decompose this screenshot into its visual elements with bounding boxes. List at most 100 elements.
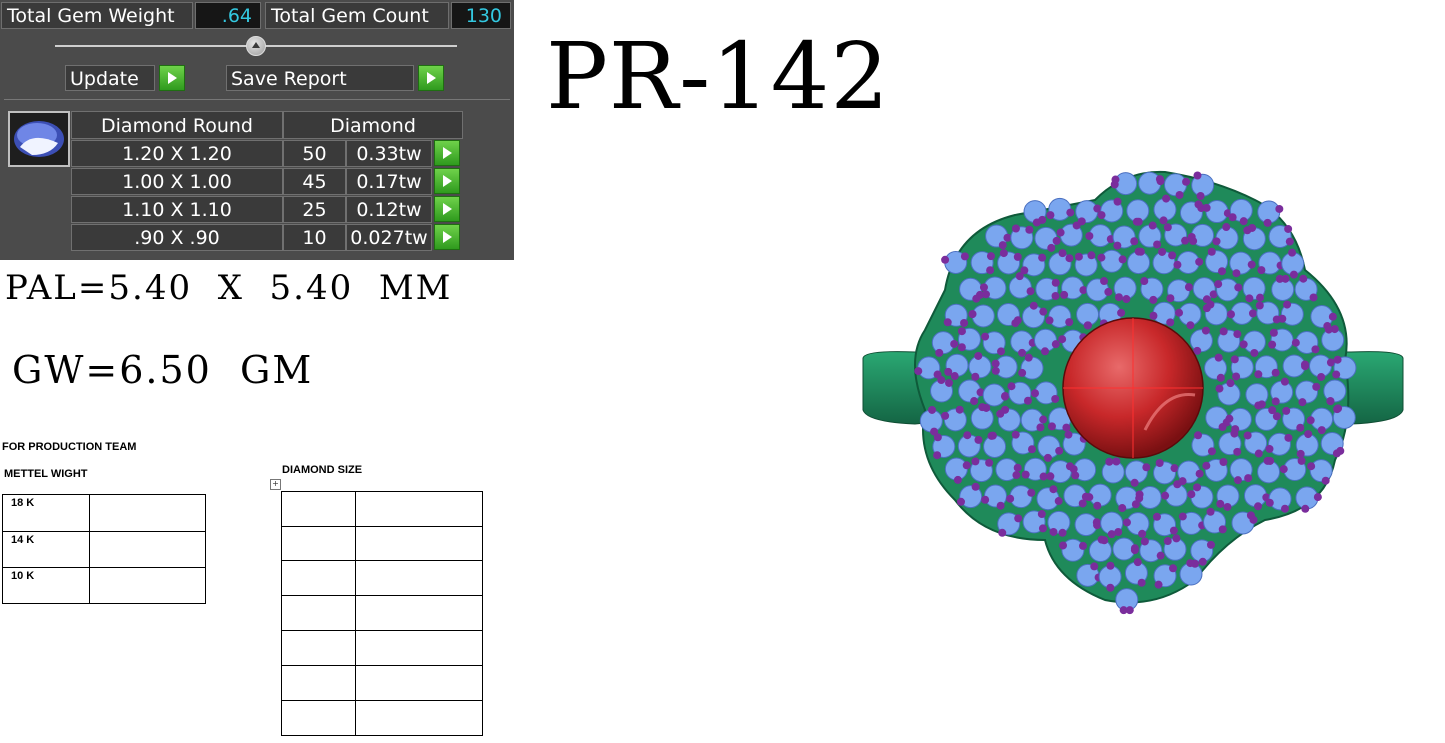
prong — [1079, 541, 1088, 550]
prong — [935, 348, 944, 357]
prong — [1032, 218, 1041, 227]
prong — [1090, 562, 1099, 571]
prong — [971, 372, 980, 381]
row-select-play-icon[interactable] — [434, 168, 460, 194]
prong — [996, 409, 1005, 418]
prong — [941, 411, 950, 420]
diamond-size-cell[interactable] — [355, 700, 483, 736]
panel-slider-knob[interactable] — [246, 36, 266, 56]
row-count: 50 — [283, 140, 346, 167]
prong — [1300, 360, 1309, 369]
total-gem-count-label: Total Gem Count — [265, 2, 449, 29]
prong — [1288, 248, 1297, 257]
prong — [1036, 423, 1045, 432]
diamond-size-cell[interactable] — [355, 665, 483, 701]
row-weight: 0.027tw — [346, 224, 432, 251]
prong — [1215, 384, 1224, 393]
table-move-handle-icon[interactable]: + — [270, 479, 281, 490]
diamond-size-table — [281, 491, 483, 736]
row-weight: 0.17tw — [346, 168, 432, 195]
diamond-size-cell[interactable] — [281, 665, 356, 701]
prong — [1013, 463, 1022, 472]
metal-weight-cell[interactable] — [89, 494, 206, 532]
update-play-icon[interactable] — [159, 65, 185, 91]
prong — [1060, 290, 1069, 299]
diamond-size-cell[interactable] — [281, 560, 356, 596]
metal-weight-cell[interactable] — [89, 531, 206, 568]
diamond-size-cell[interactable] — [355, 560, 483, 596]
metal-weight-heading: METTEL WIGHT — [4, 468, 88, 480]
total-gem-weight-label: Total Gem Weight — [1, 2, 193, 29]
prong — [1114, 528, 1123, 537]
prong — [1279, 465, 1288, 474]
prong — [1027, 488, 1036, 497]
prong — [1196, 191, 1205, 200]
prong — [1263, 218, 1272, 227]
diamond-size-cell[interactable] — [355, 491, 483, 527]
prong — [1011, 430, 1020, 439]
diamond-size-cell[interactable] — [355, 630, 483, 666]
prong — [1047, 243, 1056, 252]
round-diamond-icon[interactable] — [8, 111, 70, 167]
row-size: 1.20 X 1.20 — [71, 140, 283, 167]
prong — [1161, 491, 1170, 500]
prong — [1280, 377, 1289, 386]
prong — [1056, 228, 1065, 237]
save-report-play-icon[interactable] — [418, 65, 444, 91]
prong — [1218, 423, 1227, 432]
prong — [1012, 471, 1021, 480]
prong — [1049, 527, 1058, 536]
prong — [1271, 397, 1280, 406]
prong — [1117, 308, 1126, 317]
pave-diamond — [1271, 277, 1295, 301]
metal-karat-cell: 18 K — [2, 494, 90, 532]
prong — [1178, 512, 1187, 521]
prong — [1158, 247, 1167, 256]
prong — [1140, 537, 1149, 546]
prong — [1015, 272, 1024, 281]
prong — [1285, 237, 1294, 246]
row-select-play-icon[interactable] — [434, 224, 460, 250]
update-button-label[interactable]: Update — [65, 65, 155, 91]
prong — [970, 397, 979, 406]
prong — [1284, 433, 1293, 442]
prong — [1097, 253, 1106, 262]
production-heading: FOR PRODUCTION TEAM — [2, 441, 137, 453]
row-select-play-icon[interactable] — [434, 140, 460, 166]
save-report-button-label[interactable]: Save Report — [226, 65, 414, 91]
diamond-size-cell[interactable] — [281, 630, 356, 666]
diamond-size-cell[interactable] — [355, 526, 483, 561]
prong — [1194, 200, 1203, 209]
ring-3d-render — [862, 170, 1404, 615]
diamond-size-cell[interactable] — [355, 595, 483, 631]
prong — [1206, 540, 1215, 549]
prong — [997, 347, 1006, 356]
prong — [1052, 236, 1061, 245]
prong — [1135, 494, 1144, 503]
metal-weight-cell[interactable] — [89, 567, 206, 604]
prong — [1243, 431, 1252, 440]
prong — [1093, 501, 1102, 510]
prong — [1227, 310, 1236, 319]
diamond-size-cell[interactable] — [281, 595, 356, 631]
prong — [996, 501, 1005, 510]
prong — [1018, 348, 1027, 357]
prong — [1317, 426, 1326, 435]
prong — [1059, 541, 1068, 550]
prong — [1029, 301, 1038, 310]
row-select-play-icon[interactable] — [434, 196, 460, 222]
diamond-size-cell[interactable] — [281, 700, 356, 736]
diamond-size-cell[interactable] — [281, 491, 356, 527]
prong — [1093, 521, 1102, 530]
prong — [1037, 510, 1046, 519]
prong — [950, 372, 959, 381]
prong — [1219, 457, 1228, 466]
diamond-size-cell[interactable] — [281, 526, 356, 561]
prong — [1122, 295, 1131, 304]
prong — [1216, 499, 1225, 508]
prong — [1193, 483, 1202, 492]
total-gem-count-value: 130 — [451, 2, 511, 29]
prong — [981, 290, 990, 299]
prong — [1233, 476, 1242, 485]
prong — [1265, 498, 1274, 507]
